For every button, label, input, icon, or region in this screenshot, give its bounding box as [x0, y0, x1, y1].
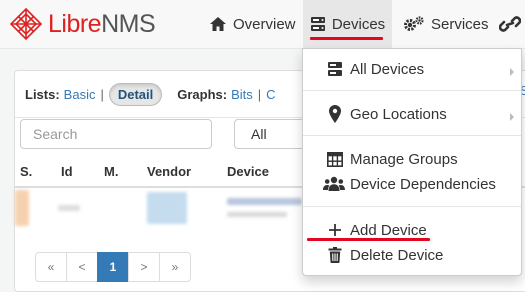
menu-item-delete-device[interactable]: Delete Device [303, 242, 521, 268]
active-underline [310, 37, 383, 40]
basic-link[interactable]: Basic [64, 87, 96, 102]
page-next-button[interactable]: > [128, 252, 160, 282]
menu-item-manage-groups[interactable]: Manage Groups [303, 146, 521, 172]
col-device[interactable]: Device [227, 164, 269, 179]
table-grid-icon [326, 150, 344, 168]
nav-services[interactable]: Services [403, 0, 489, 48]
nav-devices-label: Devices [332, 16, 385, 33]
col-m[interactable]: M. [104, 164, 118, 179]
search-input[interactable] [20, 119, 212, 149]
graphs-label: Graphs: [177, 87, 227, 102]
page-current-button[interactable]: 1 [97, 252, 129, 282]
page-first-button[interactable]: « [35, 252, 67, 282]
view-toolbar: Lists: Basic | Detail Graphs: Bits | C [25, 81, 276, 107]
lists-label: Lists: [25, 87, 60, 102]
home-icon [209, 16, 227, 32]
librenms-logo-icon [9, 8, 43, 40]
menu-item-device-dependencies[interactable]: Device Dependencies [303, 171, 521, 197]
nav-overview-label: Overview [233, 16, 296, 33]
redacted-id [58, 205, 80, 211]
detail-button[interactable]: Detail [109, 83, 162, 106]
plus-icon [326, 221, 344, 239]
menu-item-all-devices[interactable]: All Devices [303, 56, 521, 82]
chevron-right-icon [509, 109, 515, 126]
link-icon [499, 15, 521, 33]
menu-item-label: Add Device [350, 222, 427, 239]
users-icon [323, 175, 345, 193]
menu-item-label: Manage Groups [350, 151, 458, 168]
redacted-vendor-logo [147, 192, 187, 224]
chevron-right-icon [509, 64, 515, 81]
map-marker-icon [326, 105, 344, 123]
bits-link[interactable]: Bits [231, 87, 253, 102]
top-navbar: LibreNMS Overview Devices [0, 0, 525, 49]
menu-item-geo-locations[interactable]: Geo Locations [303, 101, 521, 127]
server-icon [326, 60, 344, 78]
brand-name: LibreNMS [48, 8, 155, 40]
col-status[interactable]: S. [20, 164, 32, 179]
col-id[interactable]: Id [61, 164, 73, 179]
menu-item-label: Device Dependencies [350, 176, 496, 193]
cogs-icon [403, 16, 425, 32]
nav-devices[interactable]: Devices [303, 0, 392, 48]
pagination: « < 1 > » [35, 252, 191, 282]
server-icon [310, 16, 326, 32]
graphs-next-link[interactable]: C [266, 87, 275, 102]
trash-icon [326, 246, 344, 264]
col-vendor[interactable]: Vendor [147, 164, 191, 179]
page-prev-button[interactable]: < [66, 252, 98, 282]
add-device-underline [307, 238, 430, 241]
menu-item-label: Delete Device [350, 247, 443, 264]
nav-services-label: Services [431, 16, 489, 33]
redacted-device-detail [227, 212, 287, 217]
librenms-logo[interactable]: LibreNMS [9, 8, 155, 40]
devices-dropdown-menu: All Devices Geo Locations Manage Groups [302, 48, 522, 276]
redacted-device-name [227, 198, 302, 205]
nav-overview[interactable]: Overview [209, 0, 296, 48]
nav-links[interactable] [499, 0, 525, 48]
status-indicator [15, 190, 29, 226]
page-last-button[interactable]: » [159, 252, 191, 282]
menu-item-label: Geo Locations [350, 106, 447, 123]
menu-item-label: All Devices [350, 61, 424, 78]
